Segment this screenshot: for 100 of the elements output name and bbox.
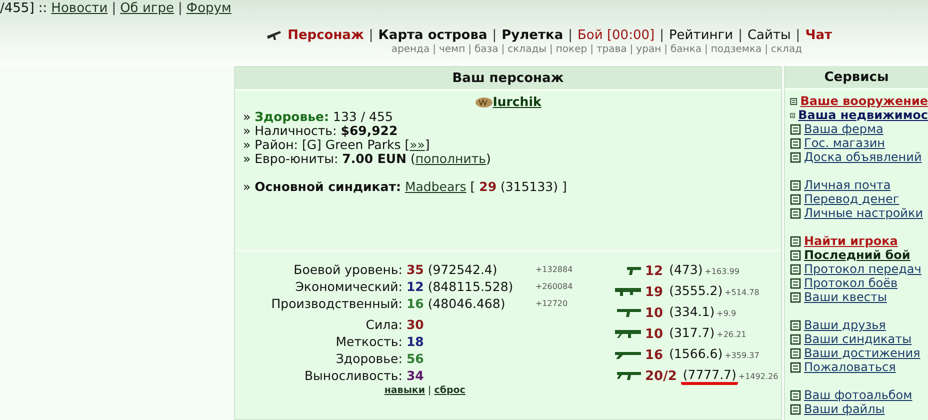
subnav-link[interactable]: склады [508,44,547,55]
service-link[interactable]: Найти игрока [790,234,928,248]
bullet-mark: » [243,123,251,138]
service-icon [790,390,801,400]
service-icon [790,264,801,274]
service-link[interactable]: Гос. магазин [790,136,928,150]
attribute-value: 30 [406,317,425,332]
service-link[interactable]: Последний бой [790,248,928,262]
attribute-label: Выносливость: [303,368,402,383]
skill-link[interactable]: сброс [434,385,466,396]
level-gain: +12720 [535,299,569,308]
weapon-points: (317.7) [668,325,716,342]
separator: | [764,44,768,55]
weapon-points: (473) [668,262,704,279]
character-name[interactable]: Iurchik [492,95,542,109]
service-link[interactable]: Протокол передач [790,262,928,276]
info-text: ) [486,151,491,166]
service-icon [790,404,801,414]
top-link[interactable]: Новости [51,1,108,16]
service-icon [790,278,801,288]
service-link[interactable]: Доска объявлений [790,150,928,164]
service-link[interactable]: Ваши квесты [790,290,928,304]
attribute-value: 18 [406,334,425,349]
nav-link[interactable]: Карта острова [378,28,488,43]
info-link[interactable]: пополнить [415,151,486,166]
weapon-gain: +359.37 [724,350,760,360]
service-icon [790,250,801,260]
subnav-link[interactable]: аренда [391,44,430,55]
attribute-value: 34 [406,368,425,383]
nav-link[interactable]: Персонаж [288,28,364,43]
service-link[interactable]: Пожаловаться [790,360,928,374]
weapon-gain: +163.99 [704,266,740,276]
service-link[interactable]: Ваши файлы [790,402,928,416]
nav-link[interactable]: Рейтинги [668,28,734,43]
separator: | [178,1,182,16]
top-link[interactable]: Форум [186,1,232,16]
level-points: (48046.468) [428,296,506,311]
nav-link[interactable]: Бой [00:00] [578,28,655,43]
info-text: Евро-юниты: [254,151,338,166]
separator: | [630,44,634,55]
nav-link[interactable]: Чат [805,28,832,43]
info-text: Здоровье: [254,109,330,124]
info-link[interactable]: Madbears [404,179,466,194]
service-icon [790,334,801,344]
subnav-link[interactable]: подземка [710,44,762,55]
subnav-link[interactable]: база [474,44,498,55]
attribute-label: Меткость: [334,334,402,349]
service-link[interactable]: Ваши синдикаты [790,332,928,346]
separator: | [664,44,668,55]
panel-header: Ваш персонаж [235,67,781,91]
info-link[interactable]: »» [410,137,425,152]
subnav-link[interactable]: чемп [438,44,466,55]
service-link[interactable]: Протокол боёв [790,276,928,290]
attribute-label: Сила: [364,317,402,332]
service-link[interactable]: Личная почта [790,178,928,192]
level-gain: +260084 [535,282,574,291]
info-text: 133 / 455 [333,109,393,124]
nav-link[interactable]: Рулетка [502,28,564,43]
level-label: Экономический: [294,279,402,294]
service-icon [790,96,798,106]
separator: | [112,1,116,16]
level-points: (972542.4) [428,262,498,277]
separator: | [468,44,472,55]
service-icon [790,362,801,372]
skill-link[interactable]: навыки [384,385,426,396]
service-link[interactable]: Ваша недвижимос [790,108,928,122]
nav-link[interactable]: Сайты [747,28,791,43]
service-link[interactable]: Ваша ферма [790,122,928,136]
separator: | [492,28,497,43]
service-icon [790,138,801,148]
subnav-link[interactable]: уран [636,44,662,55]
weapon-level: 12 [645,264,664,278]
service-link[interactable]: Ваш фотоальбом [790,388,928,402]
info-text: [ [470,179,476,194]
service-link[interactable]: Личные настройки [790,206,928,220]
subnav-link[interactable]: склад [771,44,802,55]
subnav-link[interactable]: покер [556,44,588,55]
info-text: Район: [G] Green Parks [ [254,137,410,152]
service-link[interactable]: Ваши достижения [790,346,928,360]
level-gain: +132884 [535,265,574,274]
service-link[interactable]: Ваши друзья [790,318,928,332]
subnav-link[interactable]: банка [670,44,702,55]
level-label: Боевой уровень: [292,262,402,277]
bullet-mark: » [243,109,251,124]
service-icon [790,236,801,246]
top-link[interactable]: Об игре [120,1,174,16]
weapon-gain: +26.21 [716,330,746,338]
level-label: Производственный: [270,296,402,311]
info-text: ( [410,151,416,166]
weapon-points: (334.1) [668,304,716,321]
service-icon [790,208,801,218]
attribute-value: 56 [406,351,425,366]
level-points: (848115.528) [428,279,514,294]
weapon-points: (3555.2) [668,283,724,300]
service-link[interactable]: Ваше вооружение [790,94,928,108]
service-icon [790,152,801,162]
subnav-link[interactable]: трава [596,44,627,55]
panel-header: Сервисы [785,66,928,90]
service-link[interactable]: Перевод денег [790,192,928,206]
weapon-level: 19 [645,284,664,300]
